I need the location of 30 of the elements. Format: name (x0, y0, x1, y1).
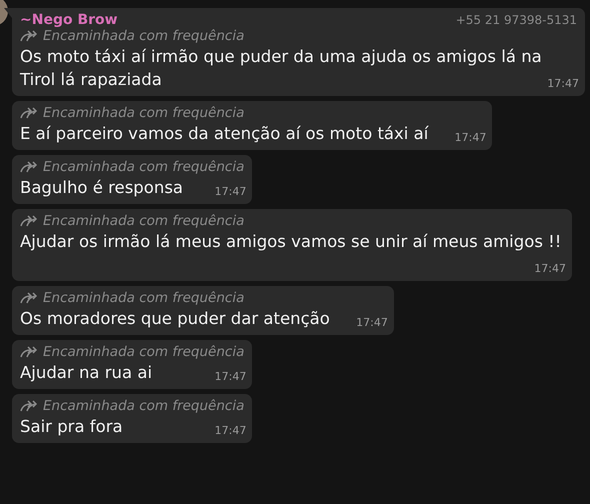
message-text: Os moto táxi aí irmão que puder da uma ajuda os amigos lá na Tirol lá rapaziada (20, 47, 542, 89)
forward-icon (20, 30, 40, 42)
forwarded-label: Encaminhada com frequência (43, 213, 244, 229)
message-time: 17:47 (214, 184, 246, 200)
forwarded-label: Encaminhada com frequência (43, 344, 244, 360)
message-time: 17:47 (214, 369, 246, 385)
forwarded-label: Encaminhada com frequência (43, 28, 244, 44)
forwarded-label: Encaminhada com frequência (43, 105, 244, 121)
forward-icon (20, 161, 40, 173)
forwarded-label: Encaminhada com frequência (43, 290, 244, 306)
message-time: 17:47 (547, 76, 579, 92)
forwarded-label: Encaminhada com frequência (43, 398, 244, 414)
message-time: 17:47 (214, 423, 246, 439)
phone-number: +55 21 97398-5131 (456, 13, 577, 27)
message-text: Sair pra fora (20, 417, 123, 436)
forward-icon (20, 346, 40, 358)
forward-icon (20, 400, 40, 412)
message-time: 17:47 (356, 315, 388, 331)
message-text: Os moradores que puder dar atenção (20, 309, 330, 328)
sender-name[interactable]: ~Nego Brow (20, 12, 118, 28)
message-text: Ajudar os irmão lá meus amigos vamos se unir aí meus amigos !! (20, 232, 562, 251)
forwarded-label: Encaminhada com frequência (43, 159, 244, 175)
message-time: 17:47 (534, 261, 566, 277)
forward-icon (20, 215, 40, 227)
forward-icon (20, 292, 40, 304)
message-text: Ajudar na rua ai (20, 363, 152, 382)
message-text: E aí parceiro vamos da atenção aí os moto táxi aí (20, 124, 428, 143)
message-text: Bagulho é responsa (20, 178, 184, 197)
forward-icon (20, 107, 40, 119)
message-time: 17:47 (454, 130, 486, 146)
